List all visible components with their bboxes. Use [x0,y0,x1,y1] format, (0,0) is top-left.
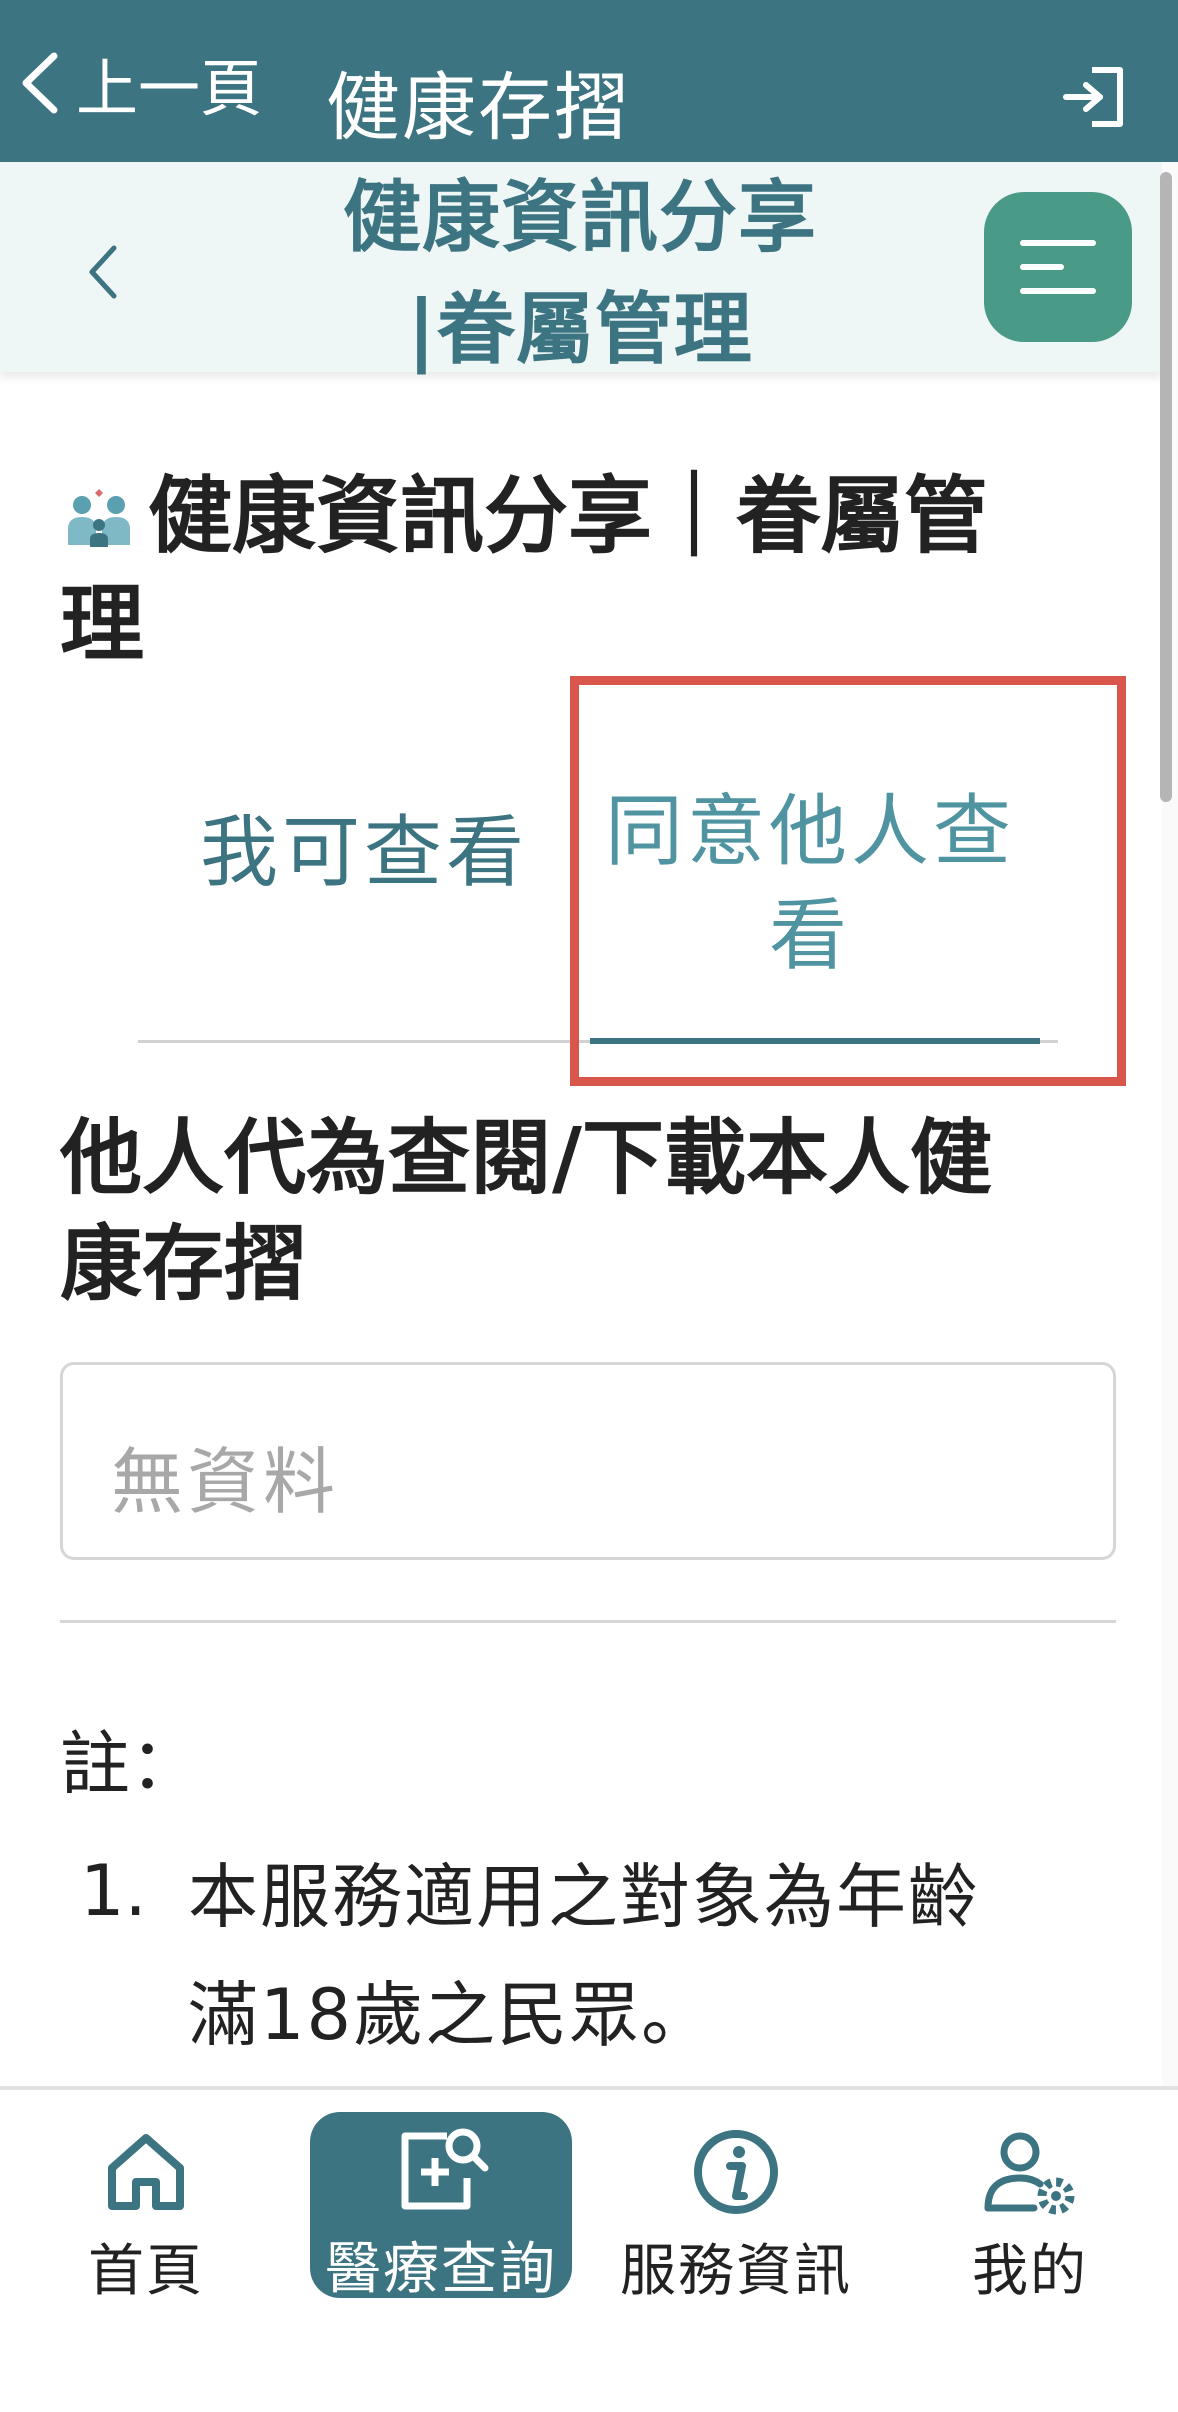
user-settings-icon [984,2132,1075,2215]
back-button[interactable]: 上一頁 [18,50,262,125]
top-bar: 上一頁 健康存摺 [0,0,1178,162]
page-title: 健康資訊分享｜眷屬管 理 [60,467,989,673]
empty-data-box: 無資料 [60,1362,1116,1560]
note-number: 1. [80,1850,147,1932]
sub-header: 健康資訊分享 |眷屬管理 [0,162,1162,375]
chevron-left-icon [22,52,58,114]
back-label: 上一頁 [76,52,263,125]
nav-service-info[interactable]: 服務資訊 [616,2110,856,2310]
logout-icon[interactable] [1062,64,1128,130]
nav-medical-query[interactable]: 醫療查詢 [310,2112,572,2302]
info-icon [694,2130,778,2214]
empty-data-text: 無資料 [111,1440,340,1524]
home-icon [108,2134,184,2210]
highlight-box [570,676,1126,1086]
sub-back-icon[interactable] [84,242,124,302]
medical-search-icon [401,2128,489,2210]
divider [60,1620,1116,1623]
family-icon [68,489,130,547]
section-title: 他人代為查閱/下載本人健 康存摺 [60,1111,992,1312]
sub-header-title: 健康資訊分享 |眷屬管理 [342,173,817,375]
tab-i-can-view[interactable]: 我可查看 [200,790,528,902]
bottom-nav: 首頁 醫療查詢 服務資訊 我的 [0,2086,1178,2412]
scrollbar-thumb[interactable] [1160,172,1172,802]
note-text: 本服務適用之對象為年齡 滿18歲之民眾。 [188,1856,980,2056]
note-label: 註： [60,1723,200,1805]
menu-button[interactable] [984,192,1132,342]
nav-home[interactable]: 首頁 [58,2110,234,2310]
nav-mine[interactable]: 我的 [942,2110,1118,2310]
